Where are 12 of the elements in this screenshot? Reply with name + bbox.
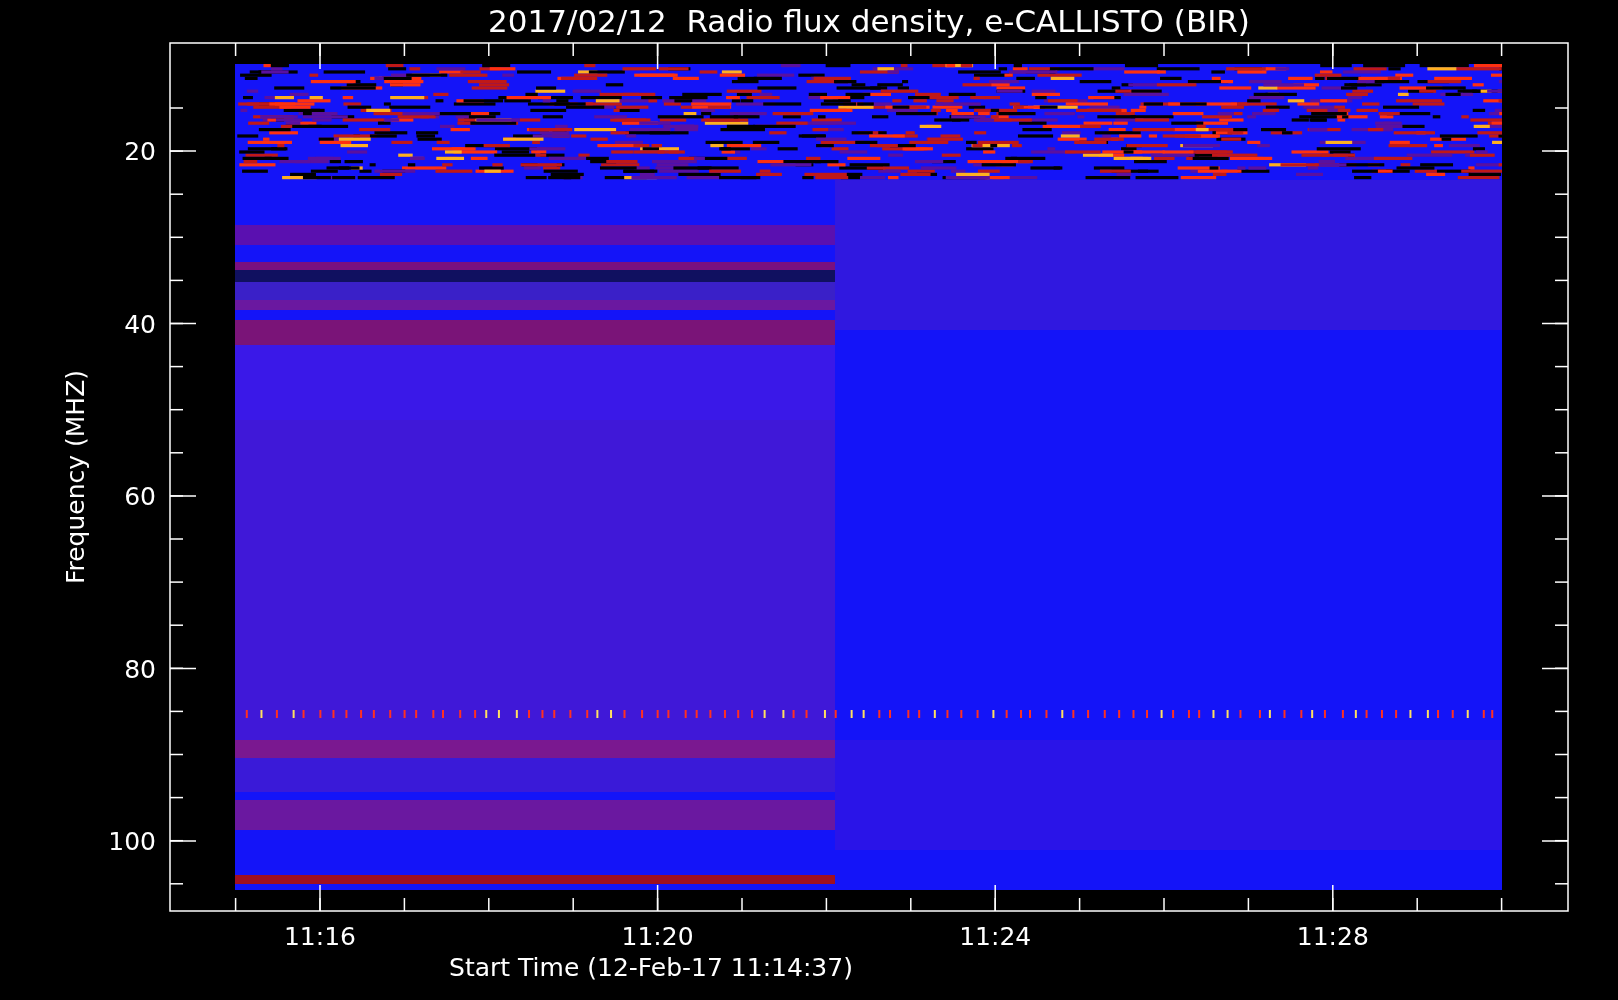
y-tick-label: 100 [108, 827, 156, 856]
x-tick-label: 11:20 [621, 922, 694, 951]
y-tick-label: 20 [124, 137, 156, 166]
chart-title: 2017/02/12 Radio flux density, e-CALLISTO (BIR) [488, 3, 1250, 39]
x-axis-label: Start Time (12-Feb-17 11:14:37) [449, 953, 853, 982]
y-tick-label: 80 [124, 654, 156, 684]
x-tick-label: 11:24 [959, 922, 1032, 951]
y-axis-label: Frequency (MHZ) [61, 369, 90, 585]
x-tick-label: 11:16 [284, 922, 356, 951]
x-tick-label: 11:28 [1296, 922, 1369, 951]
y-tick-label: 40 [124, 309, 156, 339]
y-tick-label: 60 [124, 482, 156, 511]
